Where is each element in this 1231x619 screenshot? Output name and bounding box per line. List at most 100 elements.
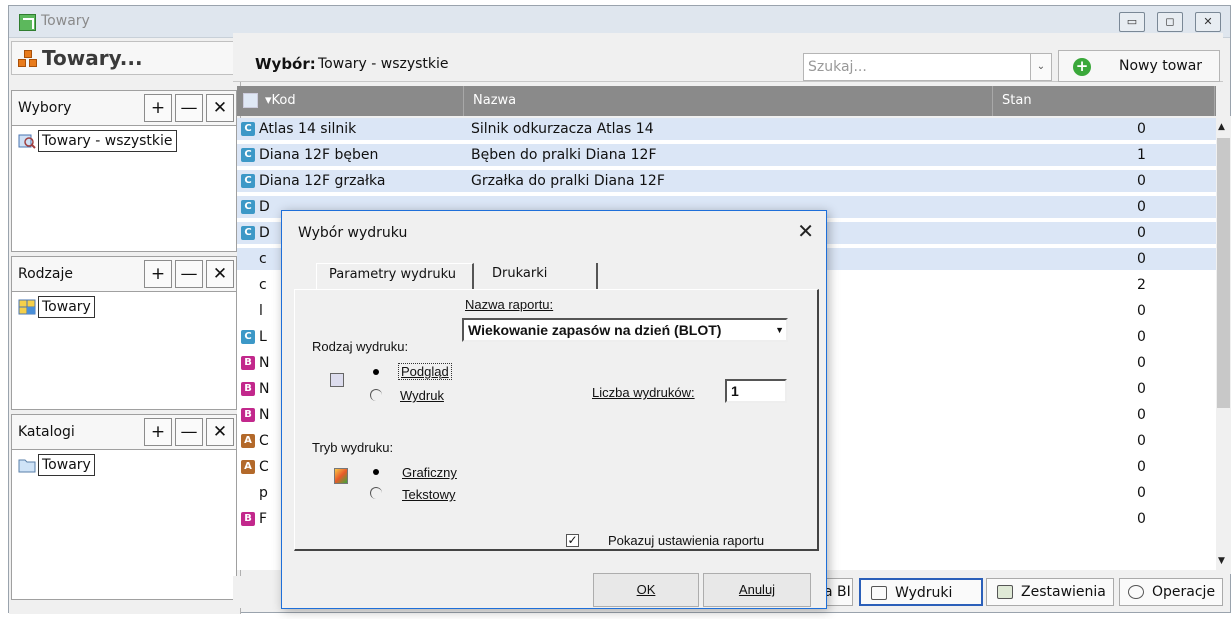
cell-name: Silnik odkurzacza Atlas 14 [471,121,654,137]
cell-code: Atlas 14 silnik [259,121,357,137]
table-row[interactable]: C Diana 12F grzałka Grzałka do pralki Dian… [237,170,1216,192]
print-option-label[interactable]: Wydruk [400,388,444,403]
add-catalog-button[interactable]: + [144,418,172,446]
module-title[interactable]: Towary... [42,46,143,70]
column-divider[interactable] [1214,86,1215,116]
cell-code: c [259,251,267,267]
selections-title: Wybory [18,100,72,116]
cell-stock: 0 [1137,225,1146,241]
plus-circle-icon: + [1073,58,1091,76]
column-divider[interactable] [992,86,993,116]
column-divider[interactable] [463,86,464,116]
table-row[interactable]: C Atlas 14 silnik Silnik odkurzacza Atlas … [237,118,1216,140]
cell-code: N [259,355,270,371]
kind-item-goods[interactable]: Towary [18,296,95,318]
prints-button[interactable]: Wydruki [859,578,983,606]
cell-stock: 0 [1137,511,1146,527]
selection-item-label: Towary - wszystkie [38,130,177,152]
reports-button[interactable]: Zestawienia [986,578,1114,606]
selections-section: Wybory + — ✕ Towary - wszystkie [11,90,237,252]
cell-code: C [259,433,269,449]
catalog-item-label: Towary [38,454,95,476]
prints-label: Wydruki [895,585,953,601]
item-type-badge-icon: C [241,122,255,136]
preview-radio[interactable] [370,366,382,378]
print-radio[interactable] [370,389,382,401]
tab-print-params[interactable]: Parametry wydruku [316,263,474,289]
cell-code: c [259,277,267,293]
print-mode-label: Tryb wydruku: [312,440,394,455]
print-kind-label: Rodzaj wydruku: [312,339,409,354]
report-name-select[interactable]: Wiekowanie zapasów na dzień (BLOT) ▼ [462,318,788,342]
gear-icon [1128,585,1144,599]
cell-code: Diana 12F grzałka [259,173,386,189]
catalogs-title: Katalogi [18,424,75,440]
kinds-list: Towary [11,292,237,410]
add-kind-button[interactable]: + [144,260,172,288]
column-name[interactable]: Nazwa [473,93,516,108]
cell-code: l [259,303,263,319]
copies-input[interactable]: 1 [725,379,787,403]
cancel-button[interactable]: Anuluj [703,573,811,607]
dialog-title: Wybór wydruku [298,225,408,241]
new-item-button[interactable]: + Nowy towar [1058,50,1220,82]
ok-button[interactable]: OK [593,573,699,607]
delete-kind-button[interactable]: ✕ [206,260,234,288]
cell-stock: 0 [1137,433,1146,449]
tab-printers[interactable]: Drukarki [480,263,598,289]
selections-list: Towary - wszystkie [11,126,237,252]
copies-label: Liczba wydruków: [592,385,695,400]
catalogs-header: Katalogi + — ✕ [11,414,237,450]
preview-option-label[interactable]: Podgląd [398,363,452,380]
item-type-badge-icon: A [241,434,255,448]
selection-value: Towary - wszystkie [318,56,449,72]
remove-selection-button[interactable]: — [175,94,203,122]
graphic-option-label[interactable]: Graficzny [402,465,457,480]
scroll-down-arrow-icon[interactable]: ▼ [1218,556,1225,566]
new-item-label: Nowy towar [1119,58,1203,74]
cell-name: Bęben do pralki Diana 12F [471,147,657,163]
select-all-checkbox[interactable] [243,93,258,108]
column-stock[interactable]: Stan [1002,93,1032,108]
graphic-radio[interactable] [370,466,382,478]
catalog-item-goods[interactable]: Towary [18,454,95,476]
table-row[interactable]: C Diana 12F bęben Bęben do pralki Diana 12… [237,144,1216,166]
search-input[interactable]: Szukaj... [803,53,1049,81]
printer-icon [871,586,887,600]
cell-stock: 0 [1137,355,1146,371]
close-window-button[interactable]: ✕ [1195,12,1221,32]
selection-label: Wybór: [255,55,316,73]
cell-stock: 1 [1137,147,1146,163]
cell-code: Diana 12F bęben [259,147,379,163]
table-header: ▾Kod Nazwa Stan [237,86,1216,116]
print-dialog: Wybór wydruku ✕ Parametry wydruku Drukar… [281,210,827,609]
reports-label: Zestawienia [1021,584,1106,600]
delete-catalog-button[interactable]: ✕ [206,418,234,446]
maximize-button[interactable]: ◻ [1157,12,1183,32]
search-list-icon [18,134,36,149]
item-type-badge-icon: C [241,174,255,188]
operations-button[interactable]: Operacje [1119,578,1223,606]
search-dropdown-button[interactable]: ⌄ [1030,53,1052,81]
dialog-close-button[interactable]: ✕ [797,219,814,243]
cell-stock: 0 [1137,121,1146,137]
scroll-thumb[interactable] [1217,138,1230,408]
text-option-label[interactable]: Tekstowy [402,487,455,502]
vertical-scrollbar[interactable]: ▲ ▼ [1216,116,1231,574]
delete-selection-button[interactable]: ✕ [206,94,234,122]
graphic-mode-icon [334,468,348,484]
cell-code: D [259,225,270,241]
folder-icon [18,459,36,473]
selection-item-all[interactable]: Towary - wszystkie [18,130,177,152]
scroll-up-arrow-icon[interactable]: ▲ [1218,122,1225,132]
minimize-button[interactable]: ▭ [1119,12,1145,32]
remove-catalog-button[interactable]: — [175,418,203,446]
column-code[interactable]: ▾Kod [265,93,296,108]
search-placeholder: Szukaj... [808,59,867,75]
text-radio[interactable] [370,487,382,499]
cell-code: F [259,511,268,527]
add-selection-button[interactable]: + [144,94,172,122]
show-settings-checkbox[interactable]: ✓ [566,534,579,547]
window-title: Towary [41,13,90,29]
remove-kind-button[interactable]: — [175,260,203,288]
